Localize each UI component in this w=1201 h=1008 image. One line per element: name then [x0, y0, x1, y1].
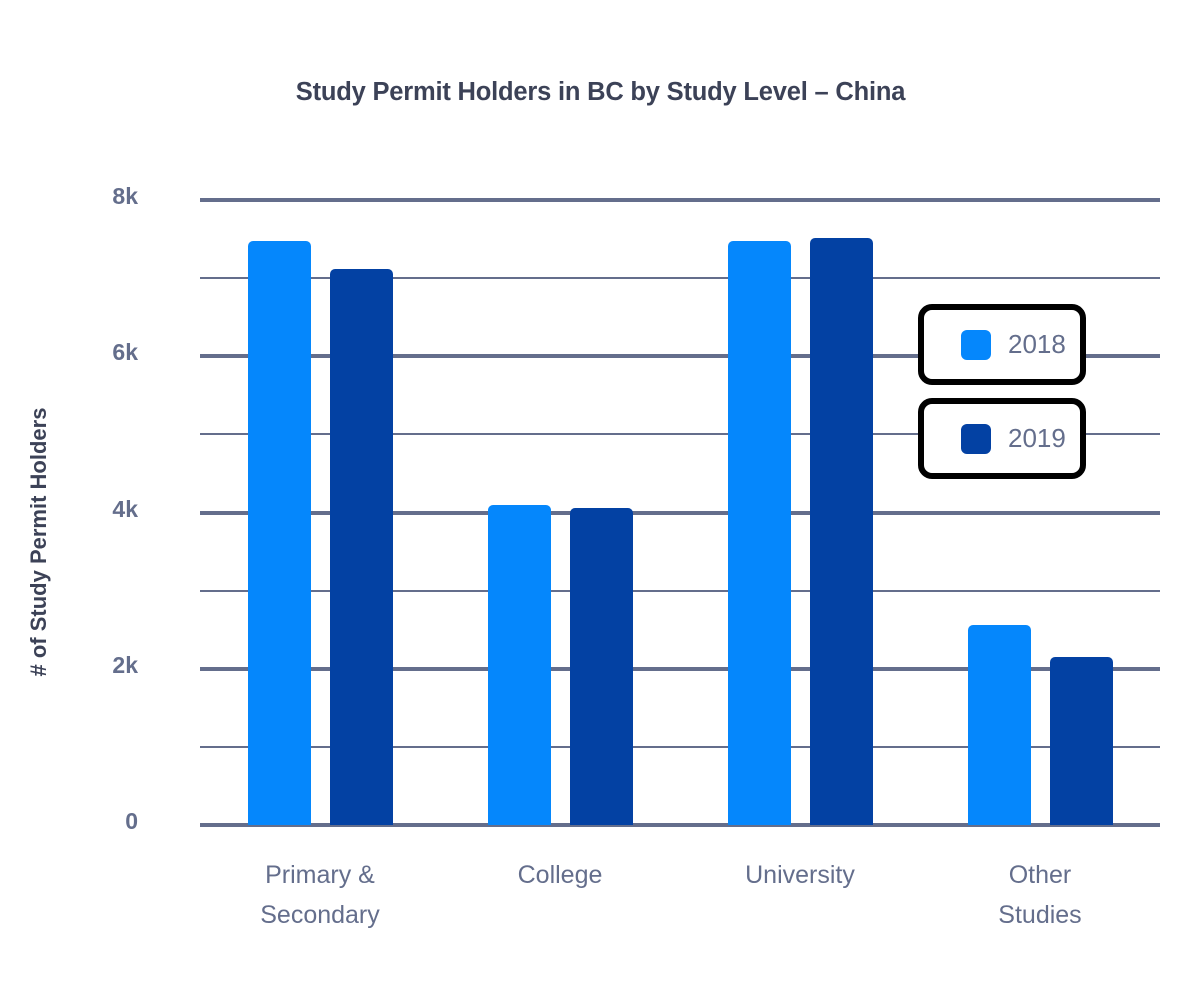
bar-2018-2[interactable]: [727, 240, 791, 825]
y-tick-label-6k: 6k: [112, 339, 138, 366]
y-tick-label-4k: 4k: [112, 495, 138, 522]
x-axis-label-0: Primary & Secondary: [260, 861, 380, 929]
plot-area: 8k 6k 4k 2k 0: [112, 183, 1160, 834]
x-axis-label-1: College: [517, 861, 603, 889]
y-axis-title: # of Study Permit Holders: [26, 407, 51, 677]
y-tick-label-2k: 2k: [112, 651, 138, 678]
bar-2019-2[interactable]: [809, 237, 873, 825]
y-tick-label-0: 0: [125, 808, 138, 834]
bar-2018-1[interactable]: [487, 504, 551, 825]
bar-2019-3[interactable]: [1049, 657, 1113, 825]
legend-swatch-2019: [961, 423, 991, 454]
bar-2018-3[interactable]: [967, 625, 1031, 825]
x-axis-label-3: Other Studies: [998, 861, 1082, 929]
bar-2019-1[interactable]: [569, 507, 633, 825]
legend-item-2019[interactable]: 2019: [918, 398, 1086, 479]
y-tick-label-8k: 8k: [112, 183, 138, 209]
bar-2019-0[interactable]: [329, 268, 393, 825]
x-axis-label-2: University: [745, 861, 855, 889]
bar-chart: Study Permit Holders in BC by Study Leve…: [0, 0, 1201, 1008]
legend-swatch-2018: [961, 329, 991, 360]
legend-item-2018[interactable]: 2018: [918, 304, 1086, 385]
legend-label-2018: 2018: [1008, 329, 1066, 359]
legend-label-2019: 2019: [1008, 423, 1066, 453]
bar-2018-0[interactable]: [247, 240, 311, 825]
chart-title: Study Permit Holders in BC by Study Leve…: [295, 78, 906, 106]
gridline-8000: [200, 198, 1160, 202]
